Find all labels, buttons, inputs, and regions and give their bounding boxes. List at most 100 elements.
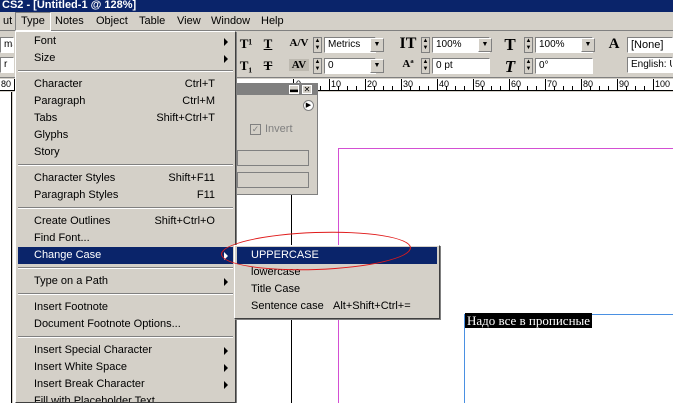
submenu-item-uppercase[interactable]: UPPERCASE: [237, 247, 437, 264]
menu-item-tabs[interactable]: Tabs Shift+Ctrl+T: [18, 110, 233, 127]
palette-menu-icon[interactable]: ▶: [303, 100, 314, 111]
kerning-dropdown-icon[interactable]: ▼: [370, 38, 384, 52]
menu-item-paragraph[interactable]: Paragraph Ctrl+M: [18, 93, 233, 110]
baseline-shift-field[interactable]: 0 pt: [432, 58, 490, 74]
font-family-field[interactable]: ma: [0, 37, 14, 53]
language-field[interactable]: English: U: [627, 57, 673, 73]
baseline-shift-stepper[interactable]: ▲ ▼: [421, 58, 430, 74]
ruler-tick: [401, 79, 402, 90]
invert-checkbox[interactable]: ✓: [250, 124, 261, 135]
ruler-label: 80: [1, 79, 12, 89]
menu-item-insert-footnote[interactable]: Insert Footnote: [18, 299, 233, 316]
kerning-stepper[interactable]: ▲ ▼: [313, 37, 322, 53]
menu-item-paragraph-styles[interactable]: Paragraph Styles F11: [18, 187, 233, 204]
menu-item-insert-special-character[interactable]: Insert Special Character: [18, 342, 233, 359]
menu-item-find-font[interactable]: Find Font...: [18, 230, 233, 247]
ruler-tick: [464, 86, 465, 90]
ruler-tick: [653, 79, 654, 90]
submenu-item-lowercase[interactable]: lowercase: [237, 264, 437, 281]
menu-separator: [18, 267, 233, 269]
ruler-tick: [320, 86, 321, 90]
ruler-tick: [590, 86, 591, 90]
ruler-label: 90: [619, 79, 630, 89]
menu-item-label: Create Outlines: [34, 215, 111, 227]
menu-item-character[interactable]: Character Ctrl+T: [18, 76, 233, 93]
menu-item-type-on-a-path[interactable]: Type on a Path: [18, 273, 233, 290]
invert-label: Invert: [265, 123, 293, 135]
tracking-stepper[interactable]: ▲ ▼: [313, 58, 322, 74]
menu-item-create-outlines[interactable]: Create Outlines Shift+Ctrl+O: [18, 213, 233, 230]
horizontal-scale-dropdown-icon[interactable]: ▼: [581, 38, 595, 52]
vertical-scale-dropdown-icon[interactable]: ▼: [478, 38, 492, 52]
submenu-item-title-case[interactable]: Title Case: [237, 281, 437, 298]
menu-item-fill-with-placeholder-text[interactable]: Fill with Placeholder Text: [18, 393, 233, 403]
submenu-arrow-icon: [224, 55, 228, 63]
subscript-icon[interactable]: T₁: [238, 58, 254, 74]
horizontal-scale-stepper[interactable]: ▲ ▼: [524, 37, 533, 53]
vertical-scale-stepper[interactable]: ▲ ▼: [421, 37, 430, 53]
menu-item-change-case[interactable]: Change Case: [18, 247, 233, 264]
baseline-shift-icon: Aª: [402, 58, 414, 70]
menu-separator: [18, 293, 233, 295]
menu-item-label: Insert White Space: [34, 361, 127, 373]
underline-icon[interactable]: T: [260, 36, 276, 52]
menu-item-size[interactable]: Size: [18, 50, 233, 67]
strikethrough-icon[interactable]: T: [260, 58, 276, 74]
skew-stepper[interactable]: ▲ ▼: [524, 58, 533, 74]
menu-item-label: Story: [34, 146, 60, 158]
menu-item-label: Paragraph: [34, 95, 86, 107]
ruler-label: 10: [331, 79, 342, 89]
tracking-field[interactable]: 0: [324, 58, 376, 74]
menu-item-character-styles[interactable]: Character Styles Shift+F11: [18, 170, 233, 187]
ruler-tick: [635, 86, 636, 90]
character-style-icon: A: [608, 36, 620, 52]
menu-item-label: Fill with Placeholder Text: [34, 395, 155, 403]
menu-item-label: Find Font...: [34, 232, 90, 244]
palette-field-2[interactable]: [237, 172, 309, 188]
ruler-tick: [392, 86, 393, 90]
menu-item-document-footnote-options[interactable]: Document Footnote Options...: [18, 316, 233, 333]
menu-view[interactable]: View: [172, 12, 206, 31]
type-menu: Font Size Character Ctrl+T Paragraph Ctrl+…: [15, 31, 236, 403]
menu-item-font[interactable]: Font: [18, 33, 233, 50]
tracking-dropdown-icon[interactable]: ▼: [370, 59, 384, 73]
ruler-tick: [356, 86, 357, 90]
skew-field[interactable]: 0°: [535, 58, 593, 74]
palette-field-1[interactable]: [237, 150, 309, 166]
ruler-label: 50: [475, 79, 486, 89]
ruler-tick: [446, 86, 447, 90]
font-size-field[interactable]: r: [0, 57, 14, 73]
menu-item-glyphs[interactable]: Glyphs: [18, 127, 233, 144]
superscript-icon[interactable]: T¹: [238, 36, 254, 52]
kerning-field[interactable]: Metrics: [324, 37, 376, 53]
menu-window[interactable]: Window: [206, 12, 255, 31]
ruler-tick: [563, 86, 564, 90]
tracking-icon: AV: [289, 59, 309, 71]
ruler-tick: [455, 86, 456, 90]
ruler-tick: [491, 86, 492, 90]
menu-table[interactable]: Table: [134, 12, 170, 31]
character-style-field[interactable]: [None]: [627, 37, 673, 53]
menu-item-label: Insert Footnote: [34, 301, 108, 313]
selected-text[interactable]: Надо все в прописные: [465, 313, 593, 328]
menu-separator: [18, 70, 233, 72]
menu-item-insert-white-space[interactable]: Insert White Space: [18, 359, 233, 376]
submenu-item-sentence-case[interactable]: Sentence case Alt+Shift+Ctrl+=: [237, 298, 437, 315]
menu-item-story[interactable]: Story: [18, 144, 233, 161]
ruler-tick: [419, 86, 420, 90]
menu-notes[interactable]: Notes: [50, 12, 89, 31]
ruler-label: 70: [547, 79, 558, 89]
menu-item-shortcut: Ctrl+M: [182, 95, 215, 107]
menu-item-label: Title Case: [251, 283, 301, 295]
submenu-arrow-icon: [224, 38, 228, 46]
menu-type[interactable]: Type: [15, 12, 51, 31]
menu-item-insert-break-character[interactable]: Insert Break Character: [18, 376, 233, 393]
menu-object[interactable]: Object: [91, 12, 133, 31]
menu-item-shortcut: Shift+Ctrl+T: [156, 112, 215, 124]
menu-help[interactable]: Help: [256, 12, 289, 31]
close-icon[interactable]: ✕: [302, 85, 312, 94]
minimize-icon[interactable]: ▬: [289, 85, 299, 94]
submenu-arrow-icon: [224, 278, 228, 286]
menu-item-shortcut: Alt+Shift+Ctrl+=: [333, 300, 411, 312]
menu-separator: [18, 336, 233, 338]
